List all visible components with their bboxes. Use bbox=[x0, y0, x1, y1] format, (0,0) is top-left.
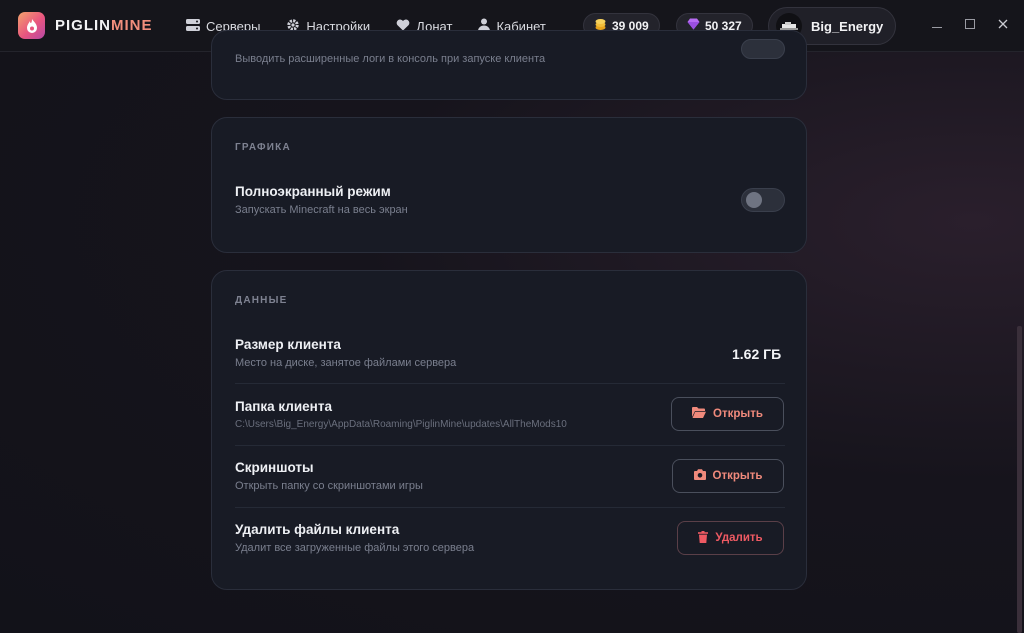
divider bbox=[235, 445, 785, 446]
fullscreen-title: Полноэкранный режим bbox=[235, 184, 391, 199]
data-card: ДАННЫЕ Размер клиента Место на диске, за… bbox=[211, 270, 807, 590]
delete-files-title: Удалить файлы клиента bbox=[235, 522, 400, 537]
close-button[interactable] bbox=[995, 17, 1011, 33]
minimize-icon bbox=[932, 16, 942, 34]
debug-card: Выводить расширенные логи в консоль при … bbox=[211, 30, 807, 100]
client-folder-title: Папка клиента bbox=[235, 399, 332, 414]
delete-files-label: Удалить bbox=[715, 532, 763, 544]
minimize-button[interactable] bbox=[929, 17, 945, 33]
fullscreen-toggle[interactable] bbox=[741, 188, 785, 212]
servers-icon bbox=[186, 18, 206, 34]
close-icon bbox=[998, 16, 1008, 34]
divider bbox=[235, 383, 785, 384]
open-screenshots-button[interactable]: Открыть bbox=[672, 459, 784, 493]
open-screenshots-label: Открыть bbox=[712, 470, 763, 482]
maximize-icon bbox=[965, 16, 975, 34]
client-folder-path: C:\Users\Big_Energy\AppData\Roaming\Pigl… bbox=[235, 419, 567, 430]
screenshots-title: Скриншоты bbox=[235, 460, 314, 475]
logo-icon bbox=[18, 12, 45, 39]
divider bbox=[235, 507, 785, 508]
app-logo[interactable]: PIGLINMINE bbox=[18, 12, 153, 39]
scrollbar[interactable] bbox=[1017, 326, 1022, 633]
graphics-card: ГРАФИКА Полноэкранный режим Запускать Mi… bbox=[211, 117, 807, 253]
client-size-value: 1.62 ГБ bbox=[732, 346, 782, 362]
fullscreen-description: Запускать Minecraft на весь экран bbox=[235, 204, 408, 216]
maximize-button[interactable] bbox=[962, 17, 978, 33]
delete-files-button[interactable]: Удалить bbox=[677, 521, 784, 555]
open-folder-label: Открыть bbox=[713, 408, 763, 420]
toggle-knob bbox=[746, 192, 762, 208]
client-size-description: Место на диске, занятое файлами сервера bbox=[235, 357, 457, 369]
delete-files-description: Удалит все загруженные файлы этого серве… bbox=[235, 542, 475, 554]
username: Big_Energy bbox=[811, 18, 884, 34]
open-folder-button[interactable]: Открыть bbox=[671, 397, 784, 431]
debug-description: Выводить расширенные логи в консоль при … bbox=[235, 53, 546, 65]
section-title-data: ДАННЫЕ bbox=[235, 295, 288, 306]
trash-icon bbox=[698, 530, 715, 546]
client-size-title: Размер клиента bbox=[235, 337, 341, 352]
debug-toggle[interactable] bbox=[741, 39, 785, 59]
camera-icon bbox=[693, 469, 713, 483]
folder-open-icon bbox=[692, 407, 713, 421]
section-title-graphics: ГРАФИКА bbox=[235, 142, 291, 153]
app-name: PIGLINMINE bbox=[55, 17, 153, 34]
screenshots-description: Открыть папку со скриншотами игры bbox=[235, 480, 423, 492]
